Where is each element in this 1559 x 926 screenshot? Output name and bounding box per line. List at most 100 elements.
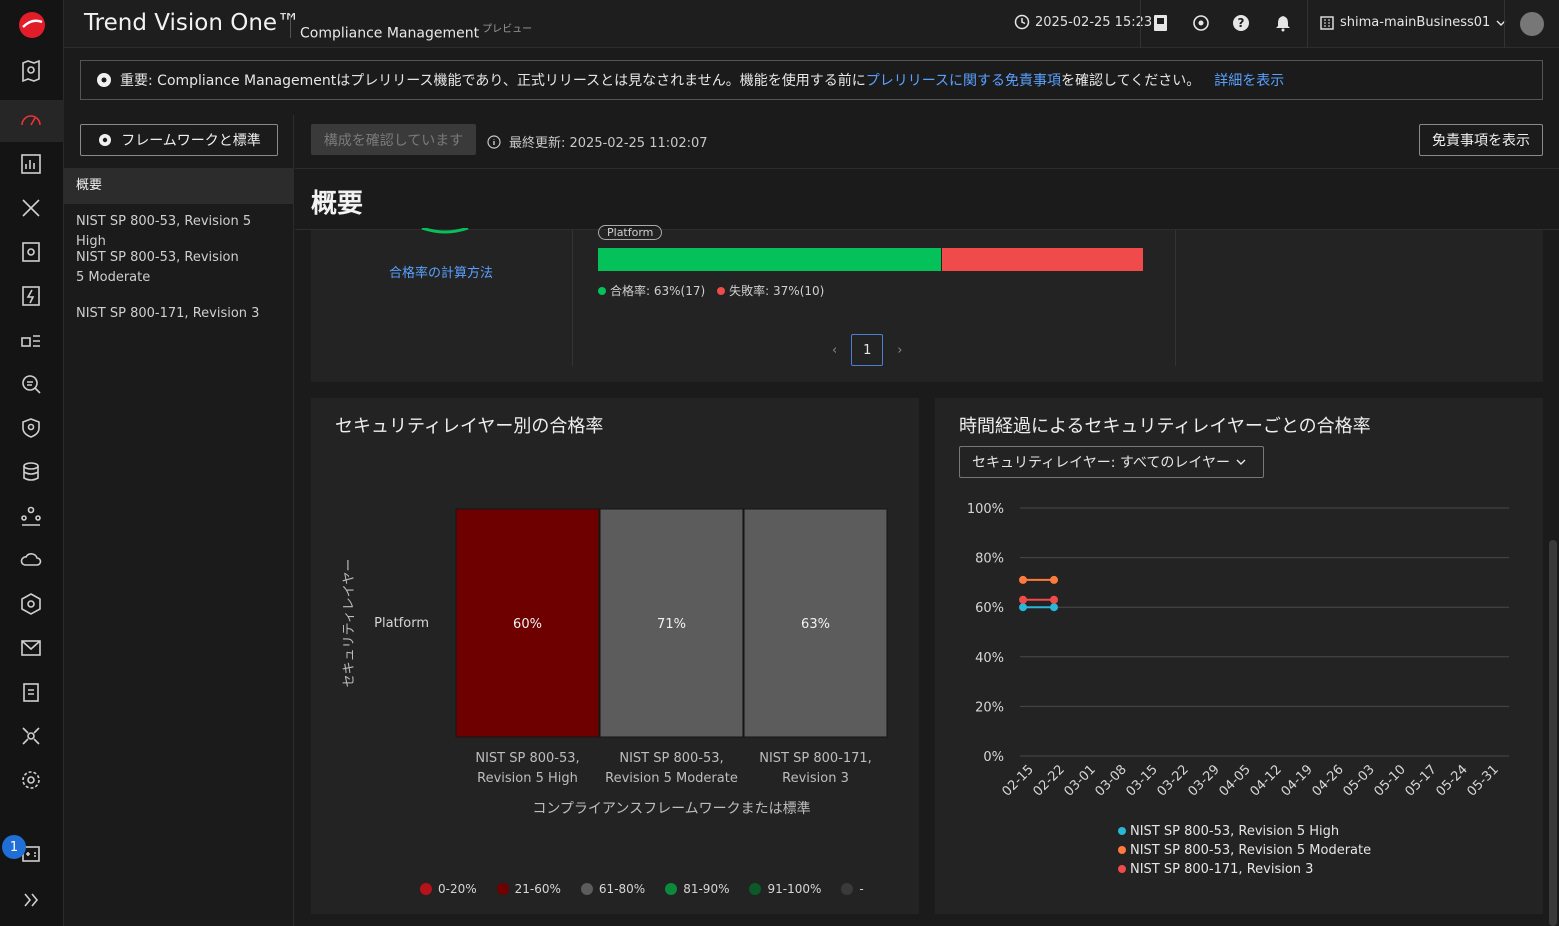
trend-legend-item[interactable]: NIST SP 800-53, Revision 5 High xyxy=(1118,822,1371,841)
search-doc-icon[interactable] xyxy=(18,371,44,397)
trend-title: 時間経過によるセキュリティレイヤーごとの合格率 xyxy=(959,416,1371,437)
fail-bar xyxy=(942,248,1143,271)
pagination: ‹ 1 › xyxy=(832,334,902,366)
donut-edge xyxy=(421,228,469,234)
x-tick-label: 04-12 xyxy=(1248,762,1285,799)
tenant-name: shima-mainBusiness01 xyxy=(1340,15,1491,30)
x-tick-label: 05-31 xyxy=(1465,762,1502,799)
dashboard-gauge-icon[interactable] xyxy=(18,108,44,134)
top-header: Trend Vision One™ Compliance Management プ… xyxy=(64,0,1559,48)
nav-nist-53-high[interactable]: NIST SP 800-53, Revision 5 High xyxy=(64,212,294,252)
nav-nist-53-moderate[interactable]: NIST SP 800-53, Revision 5 Moderate xyxy=(64,248,254,288)
pass-rate-label: 合格率: 63%(17) xyxy=(610,284,706,298)
analytics-icon[interactable] xyxy=(18,151,44,177)
trend-legend: NIST SP 800-53, Revision 5 High NIST SP 8… xyxy=(1118,822,1371,879)
lock-list-icon[interactable] xyxy=(18,327,44,353)
nav-overview[interactable]: 概要 xyxy=(64,168,294,204)
nav-nist-171[interactable]: NIST SP 800-171, Revision 3 xyxy=(64,304,294,324)
heatmap-legend-item: 61-80% xyxy=(580,882,645,896)
integration-icon[interactable] xyxy=(18,723,44,749)
y-tick-label: 0% xyxy=(983,750,1004,765)
svg-text:?: ? xyxy=(1238,16,1245,30)
layer-select[interactable]: セキュリティレイヤー: すべてのレイヤー xyxy=(959,446,1264,478)
lightning-icon[interactable] xyxy=(18,283,44,309)
x-tick-label: 05-10 xyxy=(1372,762,1409,799)
x-tick-label: 02-15 xyxy=(1000,762,1037,799)
heatmap-legend-item: - xyxy=(841,882,864,896)
cross-tools-icon[interactable] xyxy=(18,195,44,221)
bell-icon[interactable] xyxy=(1274,14,1294,34)
chevron-right-icon[interactable]: › xyxy=(897,343,902,358)
trend-line-chart: 100%80%60%40%20%0%02-1502-2203-0103-0803… xyxy=(967,502,1509,800)
show-details-link[interactable]: 詳細を表示 xyxy=(1214,70,1284,90)
heatmap-xlabel: コンプライアンスフレームワークまたは標準 xyxy=(532,801,810,817)
disclaimer-link[interactable]: プレリリースに関する免責事項 xyxy=(866,73,1061,89)
heatmap-legend-item: 0-20% xyxy=(420,882,477,896)
x-tick-label: 03-01 xyxy=(1062,762,1099,799)
y-tick-label: 80% xyxy=(975,552,1004,567)
series-point xyxy=(1019,595,1027,604)
gear-icon[interactable] xyxy=(18,767,44,793)
header-clock: 2025-02-25 15:23 xyxy=(1014,14,1152,30)
heatmap-column-label: NIST SP 800-53, xyxy=(475,751,579,766)
calc-method-link[interactable]: 合格率の計算方法 xyxy=(389,262,493,281)
prerelease-notice: 重要: Compliance Managementはプレリリース機能であり、正式… xyxy=(80,60,1543,100)
x-tick-label: 03-22 xyxy=(1155,762,1192,799)
user-avatar[interactable] xyxy=(1520,12,1544,36)
x-tick-label: 03-29 xyxy=(1186,762,1223,799)
map-icon[interactable] xyxy=(18,58,44,84)
series-point xyxy=(1050,575,1058,584)
x-tick-label: 05-17 xyxy=(1403,762,1440,799)
info-icon xyxy=(487,134,501,149)
notes-icon[interactable] xyxy=(1152,14,1172,34)
chevron-left-icon[interactable]: ‹ xyxy=(832,343,837,358)
clipboard-icon[interactable] xyxy=(18,679,44,705)
frameworks-button[interactable]: フレームワークと標準 xyxy=(80,124,278,156)
x-tick-label: 04-19 xyxy=(1279,762,1316,799)
cloud-icon[interactable] xyxy=(18,547,44,573)
mail-icon[interactable] xyxy=(18,635,44,661)
trend-legend-item[interactable]: NIST SP 800-53, Revision 5 Moderate xyxy=(1118,841,1371,860)
page-scrollbar[interactable] xyxy=(1549,540,1557,926)
workflow-icon[interactable] xyxy=(1192,14,1212,34)
x-tick-label: 04-26 xyxy=(1310,762,1347,799)
fail-rate-label: 失敗率: 37%(10) xyxy=(729,284,825,298)
page-header: 概要 xyxy=(295,168,1559,230)
heatmap-legend-item: 91-100% xyxy=(749,882,821,896)
heatmap-legend-item: 21-60% xyxy=(496,882,561,896)
x-tick-label: 03-08 xyxy=(1093,762,1130,799)
page-title: 概要 xyxy=(311,189,364,219)
x-tick-label: 03-15 xyxy=(1124,762,1161,799)
heatmap-chart: Platform セキュリティレイヤー 60% NIST SP 800-53, Revi… xyxy=(342,508,888,817)
page-number[interactable]: 1 xyxy=(851,334,884,366)
heatmap-cell-label: 71% xyxy=(657,617,686,632)
heatmap-cell-label: 63% xyxy=(801,617,830,632)
heatmap-row-label: Platform xyxy=(374,616,429,631)
x-tick-label: 02-22 xyxy=(1031,762,1068,799)
network-people-icon[interactable] xyxy=(18,503,44,529)
clock-icon xyxy=(1014,14,1030,30)
tenant-selector[interactable]: shima-mainBusiness01 xyxy=(1320,15,1506,30)
heatmap-column-label: Revision 5 High xyxy=(477,771,578,786)
brand-title: Trend Vision One™ xyxy=(84,10,301,36)
heatmap-column-label: Revision 5 Moderate xyxy=(605,771,738,786)
checking-config-button: 構成を確認しています xyxy=(311,124,476,155)
device-icon[interactable] xyxy=(18,239,44,265)
preview-tag: プレビュー xyxy=(482,24,533,35)
expand-rail-icon[interactable] xyxy=(18,887,44,913)
shield-user-icon[interactable] xyxy=(18,415,44,441)
y-tick-label: 40% xyxy=(975,651,1004,666)
heatmap-legend: 0-20% 21-60% 61-80% 81-90% 91-100% - xyxy=(420,882,864,896)
database-icon[interactable] xyxy=(18,459,44,485)
show-disclaimer-button[interactable]: 免責事項を表示 xyxy=(1419,124,1543,156)
layer-tag: Platform xyxy=(598,225,663,240)
trend-logo-icon[interactable] xyxy=(17,10,47,40)
heatmap-column-label: NIST SP 800-171, xyxy=(759,751,872,766)
hexagon-settings-icon[interactable] xyxy=(18,591,44,617)
help-icon[interactable]: ? xyxy=(1232,14,1252,34)
x-tick-label: 04-05 xyxy=(1217,762,1254,799)
last-updated: 最終更新: 2025-02-25 11:02:07 xyxy=(487,132,708,151)
trend-legend-item[interactable]: NIST SP 800-171, Revision 3 xyxy=(1118,860,1371,879)
x-tick-label: 05-24 xyxy=(1434,762,1471,799)
series-point xyxy=(1019,603,1027,612)
